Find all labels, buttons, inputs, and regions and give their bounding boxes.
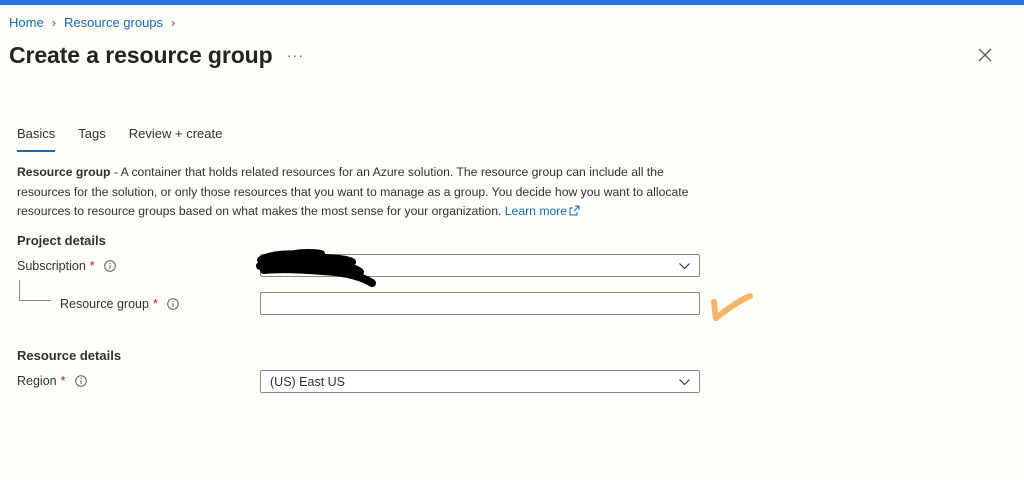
resource-details-heading: Resource details [17,348,122,363]
external-link-icon [569,205,580,216]
learn-more-link[interactable]: Learn more [505,204,580,218]
redaction-scribble [256,248,376,287]
region-value: (US) East US [270,374,346,389]
required-marker: * [60,374,66,388]
resource-group-label: Resource group * [60,297,179,311]
tab-tags[interactable]: Tags [78,126,105,152]
chevron-right-icon: › [171,15,176,30]
checkmark-annotation-icon [711,293,753,321]
description-bold: Resource group [17,165,111,179]
region-label: Region * [17,374,87,388]
info-icon[interactable] [74,375,87,387]
resource-group-input[interactable] [260,292,700,315]
subscription-label: Subscription * [17,259,116,273]
more-options-icon[interactable]: ··· [287,47,304,63]
tab-review-create[interactable]: Review + create [129,126,223,152]
breadcrumb-home-link[interactable]: Home [9,15,44,30]
breadcrumb: Home › Resource groups › [9,15,183,30]
close-icon[interactable] [975,44,995,66]
chevron-down-icon [679,263,690,270]
project-details-heading: Project details [17,233,106,248]
description-text: Resource group - A container that holds … [17,163,707,222]
tab-list: Basics Tags Review + create [17,126,245,152]
required-marker: * [89,259,95,273]
breadcrumb-resource-groups-link[interactable]: Resource groups [64,15,163,30]
tree-connector [19,300,51,301]
description-body: - A container that holds related resourc… [17,165,689,218]
chevron-right-icon: › [51,15,57,30]
info-icon[interactable] [167,298,179,310]
chevron-down-icon [679,379,690,386]
tab-basics[interactable]: Basics [17,126,56,152]
required-marker: * [152,297,158,311]
tree-connector [19,280,20,300]
info-icon[interactable] [103,260,116,272]
top-accent-bar [0,0,1024,5]
page-title: Create a resource group [9,42,273,68]
region-dropdown[interactable]: (US) East US [260,370,700,393]
